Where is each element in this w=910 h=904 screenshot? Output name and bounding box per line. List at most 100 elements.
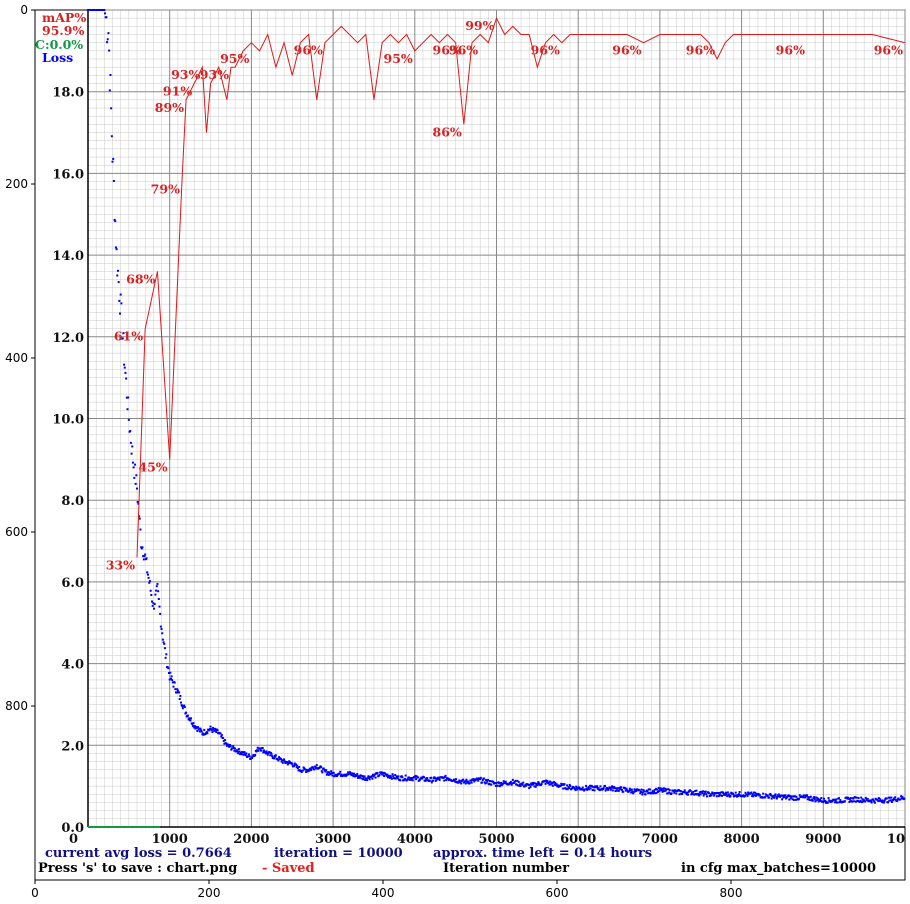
loss-point xyxy=(173,681,176,684)
loss-point xyxy=(411,779,414,782)
loss-point xyxy=(534,785,537,788)
loss-point xyxy=(404,774,407,777)
loss-point xyxy=(593,789,596,792)
loss-point xyxy=(695,789,698,792)
loss-point xyxy=(720,794,723,797)
loss-point xyxy=(644,793,647,796)
loss-point xyxy=(860,796,863,799)
loss-point xyxy=(678,793,681,796)
loss-point xyxy=(746,795,749,798)
x-tick-label: 1000 xyxy=(152,832,188,847)
loss-point xyxy=(127,396,130,399)
loss-point xyxy=(132,466,135,469)
loss-point xyxy=(496,784,499,787)
loss-point xyxy=(123,366,126,369)
loss-point xyxy=(717,791,720,794)
loss-point xyxy=(643,790,646,793)
loss-point xyxy=(399,779,402,782)
loss-point xyxy=(114,220,117,223)
loss-point xyxy=(681,793,684,796)
loss-point xyxy=(160,627,163,630)
loss-point xyxy=(397,775,400,778)
loss-point xyxy=(773,796,776,799)
loss-point xyxy=(857,797,860,800)
loss-point xyxy=(108,89,111,92)
loss-point xyxy=(110,107,113,110)
loss-point xyxy=(391,773,394,776)
loss-point xyxy=(822,797,825,800)
loss-point xyxy=(248,755,251,758)
loss-point xyxy=(254,753,257,756)
loss-point xyxy=(687,793,690,796)
loss-point xyxy=(603,784,606,787)
loss-point xyxy=(622,790,625,793)
loss-point xyxy=(725,793,728,796)
loss-point xyxy=(134,482,137,485)
loss-point xyxy=(146,573,149,576)
map-annotation: 91% xyxy=(163,84,192,99)
loss-point xyxy=(784,794,787,797)
loss-point xyxy=(762,792,765,795)
loss-point xyxy=(159,625,162,628)
loss-point xyxy=(883,801,886,804)
loss-point xyxy=(426,777,429,780)
legend-map-value: 95.9% xyxy=(42,23,84,38)
loss-point xyxy=(640,788,643,791)
x-tick-label: 3000 xyxy=(315,832,351,847)
loss-point xyxy=(126,408,129,411)
status-avg-loss: current avg loss = 0.7664 xyxy=(45,846,232,861)
loss-point xyxy=(715,795,718,798)
map-annotation: 79% xyxy=(151,182,180,197)
loss-point xyxy=(835,798,838,801)
frame-y-tick-label: 200 xyxy=(5,177,28,191)
loss-point xyxy=(174,688,177,691)
loss-point xyxy=(210,729,213,732)
loss-point xyxy=(190,717,193,720)
loss-point xyxy=(155,585,158,588)
loss-point xyxy=(129,441,132,444)
loss-point xyxy=(817,798,820,801)
y-tick-label: 2.0 xyxy=(61,739,84,754)
loss-point xyxy=(165,653,168,656)
loss-point xyxy=(836,801,839,804)
loss-point xyxy=(236,750,239,753)
loss-point xyxy=(283,758,286,761)
x-axis-label: Iteration number xyxy=(443,861,569,876)
loss-point xyxy=(131,461,134,464)
loss-point xyxy=(131,445,134,448)
loss-point xyxy=(338,772,341,775)
loss-point xyxy=(885,797,888,800)
loss-point xyxy=(216,729,219,732)
loss-point xyxy=(581,786,584,789)
map-annotation: 96% xyxy=(294,43,323,58)
loss-point xyxy=(339,770,342,773)
loss-point xyxy=(112,157,115,160)
loss-point xyxy=(407,776,410,779)
loss-point xyxy=(175,691,178,694)
loss-point xyxy=(864,800,867,803)
frame-y-tick-label: 600 xyxy=(5,525,28,539)
x-tick-label: 7000 xyxy=(642,832,678,847)
loss-point xyxy=(215,731,218,734)
loss-point xyxy=(281,761,284,764)
map-annotation: 95% xyxy=(384,51,413,66)
loss-point xyxy=(164,656,167,659)
loss-point xyxy=(274,754,277,757)
loss-point xyxy=(802,794,805,797)
loss-point xyxy=(702,790,705,793)
legend-loss-label: Loss xyxy=(42,50,73,65)
loss-point xyxy=(726,791,729,794)
loss-point xyxy=(774,793,777,796)
loss-point xyxy=(562,787,565,790)
loss-point xyxy=(153,607,156,610)
loss-point xyxy=(234,747,237,750)
loss-point xyxy=(200,730,203,733)
loss-point xyxy=(465,778,468,781)
loss-point xyxy=(692,790,695,793)
loss-point xyxy=(599,785,602,788)
loss-point xyxy=(261,746,264,749)
loss-point xyxy=(566,784,569,787)
loss-point xyxy=(224,739,227,742)
x-tick-label: 10 xyxy=(887,832,905,847)
loss-point xyxy=(119,293,122,296)
